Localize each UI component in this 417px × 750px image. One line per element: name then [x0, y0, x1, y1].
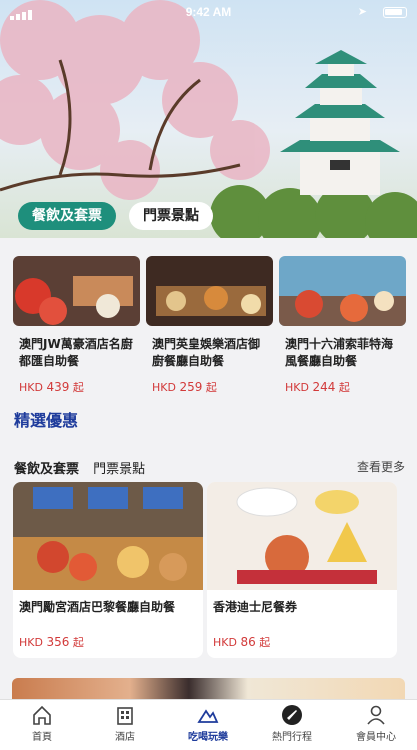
- featured-image: [13, 482, 203, 590]
- nav-label: 吃喝玩樂: [188, 732, 228, 743]
- product-price: HKD 244 起: [285, 380, 350, 394]
- battery-icon: [383, 7, 407, 18]
- view-more-link[interactable]: 查看更多: [357, 458, 405, 475]
- hero-banner: 9:42 AM ➤ 餐飲及套票 門票景點: [0, 0, 417, 238]
- nav-member[interactable]: 會員中心: [346, 704, 406, 743]
- nav-hotel[interactable]: 酒店: [95, 704, 155, 743]
- featured-price: HKD 86 起: [213, 635, 271, 649]
- nav-home[interactable]: 首頁: [12, 704, 72, 743]
- chip-attractions[interactable]: 門票景點: [129, 202, 213, 230]
- nav-label: 首頁: [32, 732, 52, 743]
- tab-attractions[interactable]: 門票景點: [93, 462, 145, 477]
- chip-dining[interactable]: 餐飲及套票: [18, 202, 116, 230]
- product-image: [279, 256, 406, 326]
- featured-name: 香港迪士尼餐券: [213, 600, 298, 614]
- nav-popular-tours[interactable]: 熱門行程: [262, 704, 322, 743]
- bottom-nav: 首頁 酒店 吃喝玩樂 熱門行程 會員中心: [0, 699, 417, 750]
- hotel-icon: [117, 707, 133, 725]
- user-icon: [367, 705, 385, 725]
- nav-label: 會員中心: [356, 732, 396, 743]
- nav-label: 酒店: [115, 732, 135, 743]
- product-card[interactable]: 澳門英皇娛樂酒店御廚餐廳自助餐 HKD 259 起: [146, 256, 273, 395]
- featured-card[interactable]: 澳門勵宮酒店巴黎餐廳自助餐 HKD 356 起: [13, 482, 203, 658]
- tab-dining[interactable]: 餐飲及套票: [14, 462, 79, 477]
- product-name: 澳門英皇娛樂酒店御廚餐廳自助餐: [152, 337, 261, 368]
- product-name: 澳門JW萬豪酒店名廚都匯自助餐: [19, 337, 133, 368]
- featured-tabs: 餐飲及套票 門票景點: [14, 458, 155, 477]
- product-card[interactable]: 澳門JW萬豪酒店名廚都匯自助餐 HKD 439 起: [13, 256, 140, 395]
- nav-dining-fun[interactable]: 吃喝玩樂: [178, 704, 238, 743]
- plane-icon: [282, 705, 302, 725]
- home-icon: [33, 705, 51, 725]
- product-image: [13, 256, 140, 326]
- status-bar: 9:42 AM ➤: [0, 0, 417, 24]
- featured-price: HKD 356 起: [19, 635, 84, 649]
- product-price: HKD 259 起: [152, 380, 217, 394]
- product-card[interactable]: 澳門十六浦索菲特海風餐廳自助餐 HKD 244 起: [279, 256, 406, 395]
- status-time: 9:42 AM: [185, 5, 232, 19]
- location-icon: ➤: [357, 6, 367, 18]
- nav-label: 熱門行程: [272, 732, 312, 743]
- product-price: HKD 439 起: [19, 380, 84, 394]
- featured-image: [207, 482, 397, 590]
- section-title-featured: 精選優惠: [14, 411, 79, 430]
- product-name: 澳門十六浦索菲特海風餐廳自助餐: [285, 337, 394, 368]
- featured-card[interactable]: 香港迪士尼餐券 HKD 86 起: [207, 482, 397, 658]
- featured-name: 澳門勵宮酒店巴黎餐廳自助餐: [19, 600, 176, 614]
- product-image: [146, 256, 273, 326]
- mountain-icon: [197, 709, 219, 723]
